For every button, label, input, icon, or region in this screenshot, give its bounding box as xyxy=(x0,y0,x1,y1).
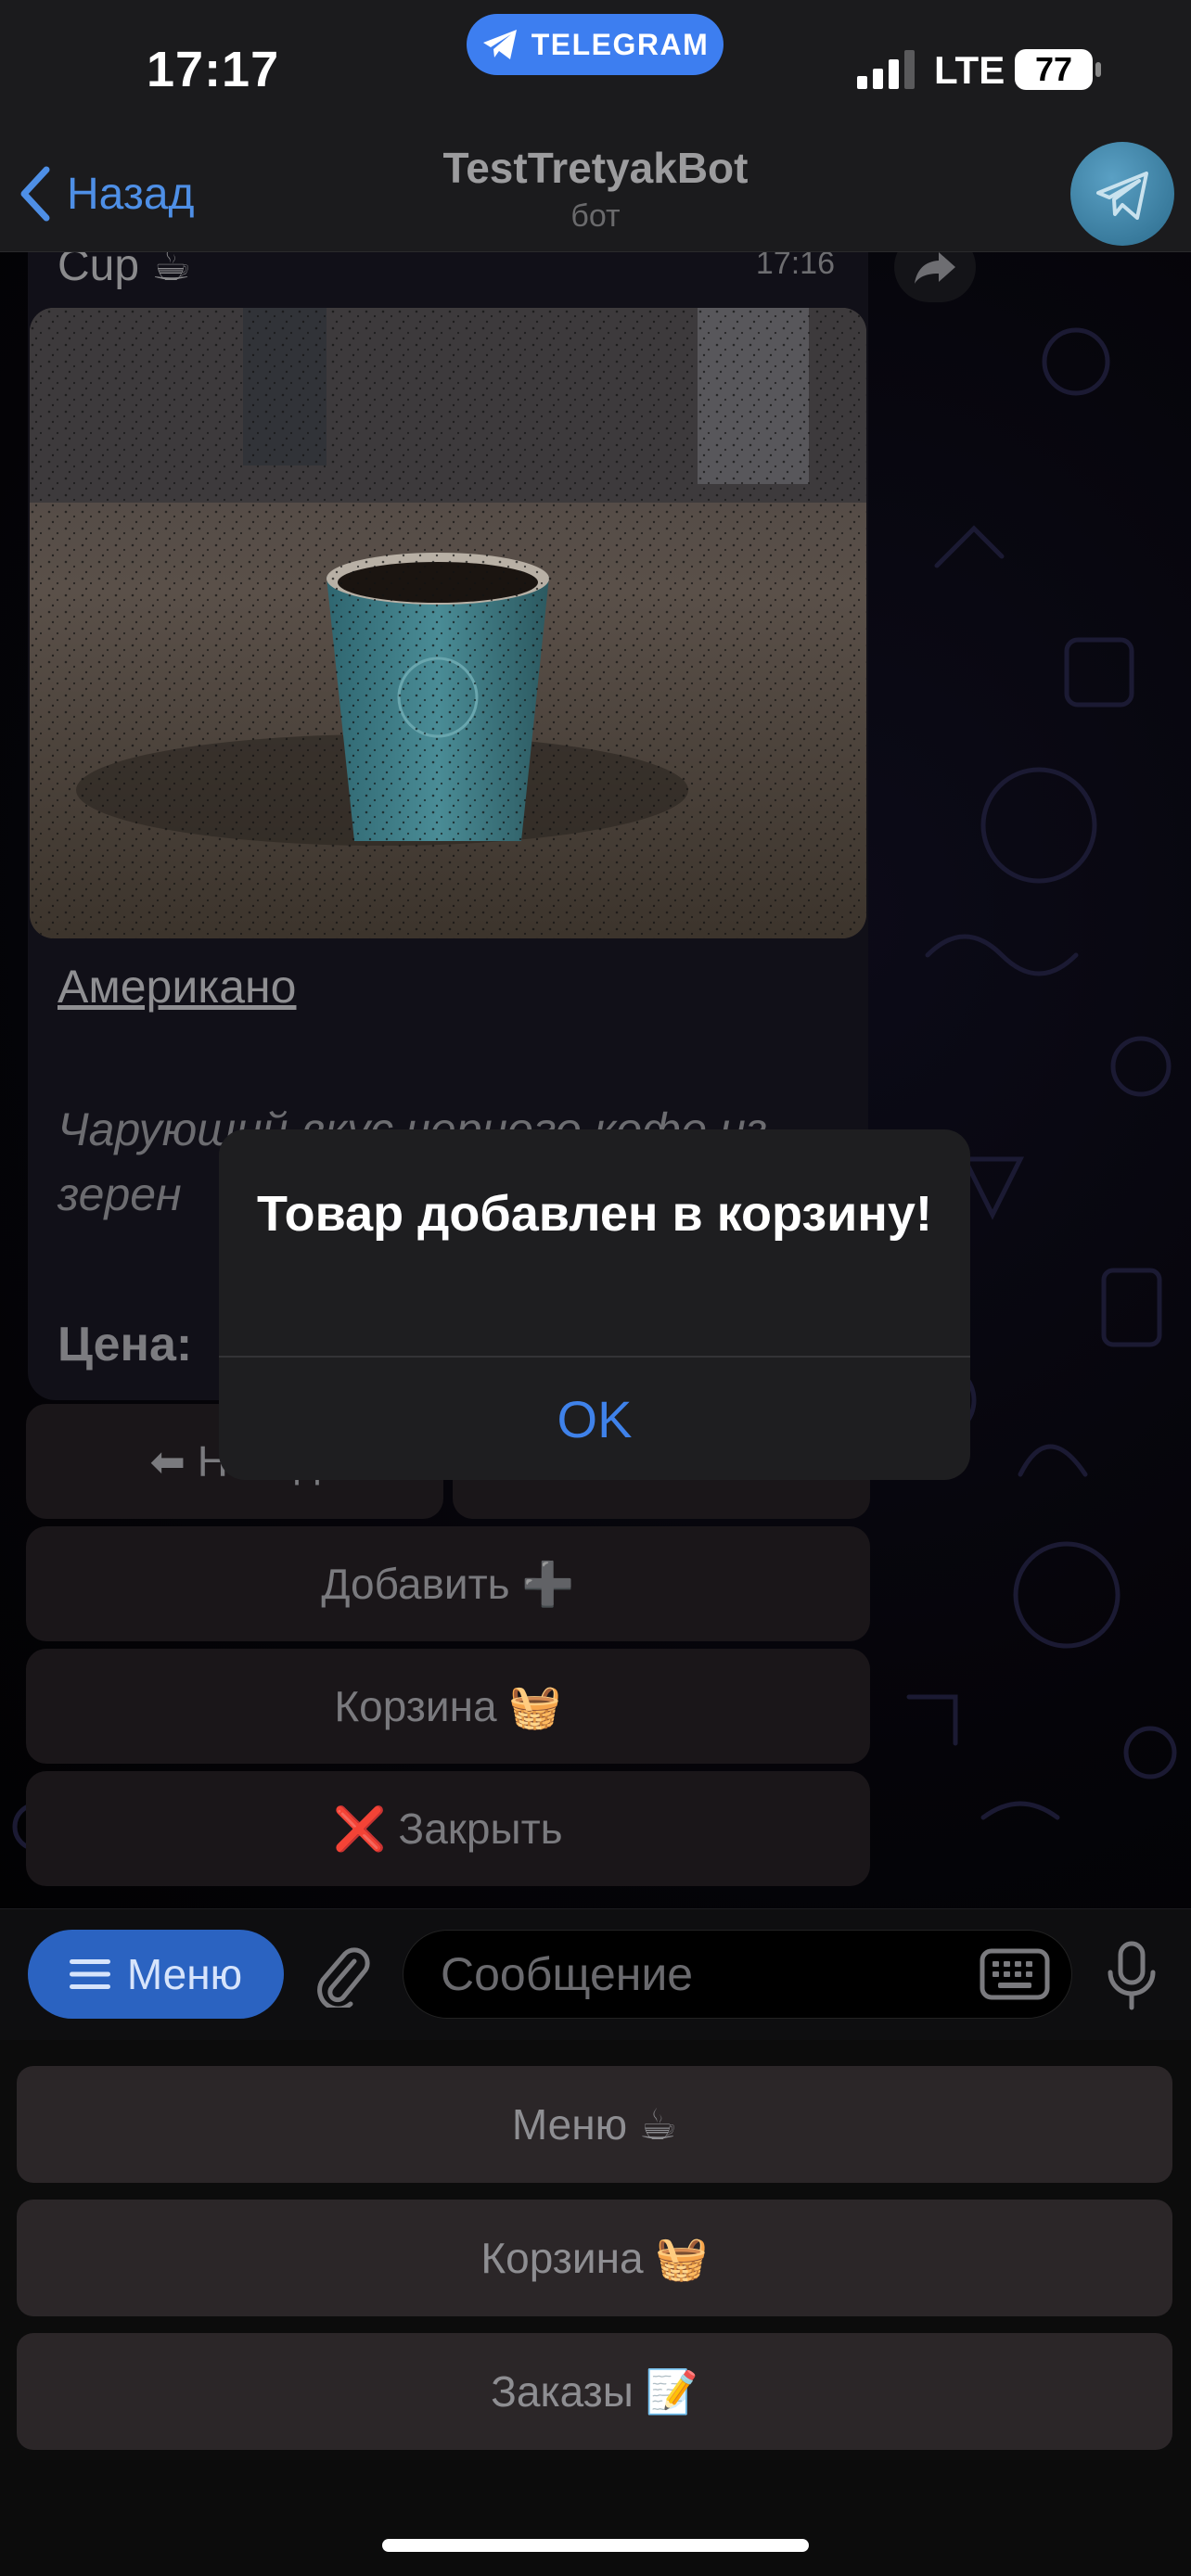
keyboard-icon[interactable] xyxy=(980,1948,1050,2000)
battery-level: 77 xyxy=(1034,50,1073,88)
status-time: 17:17 xyxy=(147,42,280,97)
inline-close-label: ❌ Закрыть xyxy=(333,1804,563,1853)
inline-add-label: Добавить ➕ xyxy=(321,1559,575,1608)
signal-icon xyxy=(857,50,915,89)
chat-title[interactable]: TestTretyakBot xyxy=(0,143,1191,193)
alert-dialog: Товар добавлен в корзину! OK xyxy=(219,1129,970,1480)
inline-close-button[interactable]: ❌ Закрыть xyxy=(26,1771,870,1886)
bot-avatar[interactable] xyxy=(1070,142,1174,246)
home-indicator[interactable] xyxy=(382,2539,809,2552)
telegram-pill[interactable]: TELEGRAM xyxy=(467,14,724,75)
inline-cart-label: Корзина 🧺 xyxy=(334,1681,562,1730)
reply-cart-label: Корзина 🧺 xyxy=(480,2233,709,2282)
reply-menu-label: Меню ☕ xyxy=(511,2100,678,2149)
message-input[interactable]: Сообщение xyxy=(403,1930,1072,2019)
reply-menu-button[interactable]: Меню ☕ xyxy=(17,2066,1172,2183)
reply-cart-button[interactable]: Корзина 🧺 xyxy=(17,2200,1172,2316)
reply-orders-button[interactable]: Заказы 📝 xyxy=(17,2333,1172,2450)
inline-cart-button[interactable]: Корзина 🧺 xyxy=(26,1649,870,1764)
telegram-pill-label: TELEGRAM xyxy=(531,27,710,61)
alert-ok-button[interactable]: OK xyxy=(219,1358,970,1480)
message-input-bar: Меню Сообщение xyxy=(0,1908,1191,2040)
message-input-placeholder: Сообщение xyxy=(441,1948,694,2000)
status-bar: 17:17 TELEGRAM LTE 77 xyxy=(0,0,1191,139)
paper-plane-icon xyxy=(1096,172,1148,220)
paperclip-icon[interactable] xyxy=(312,1941,371,2008)
bot-menu-button[interactable]: Меню xyxy=(28,1930,284,2019)
reply-keyboard: Меню ☕ Корзина 🧺 Заказы 📝 xyxy=(0,2040,1191,2576)
alert-title: Товар добавлен в корзину! xyxy=(257,1186,932,1242)
reply-orders-label: Заказы 📝 xyxy=(491,2366,698,2416)
share-arrow-icon xyxy=(915,252,955,284)
bot-menu-label: Меню xyxy=(126,1950,243,1998)
network-type: LTE xyxy=(934,48,1005,92)
product-name-link[interactable]: Американо xyxy=(58,960,296,1014)
chat-subtitle: бот xyxy=(570,198,621,234)
inline-add-button[interactable]: Добавить ➕ xyxy=(26,1526,870,1641)
telegram-plane-icon xyxy=(482,30,517,59)
chat-header: Назад TestTretyakBot бот xyxy=(0,139,1191,252)
battery-icon: 77 xyxy=(1014,48,1103,91)
hamburger-icon xyxy=(69,1959,110,1989)
microphone-icon[interactable] xyxy=(1106,1941,1158,2011)
product-photo[interactable] xyxy=(30,308,866,938)
product-price-label: Цена: xyxy=(58,1318,193,1371)
